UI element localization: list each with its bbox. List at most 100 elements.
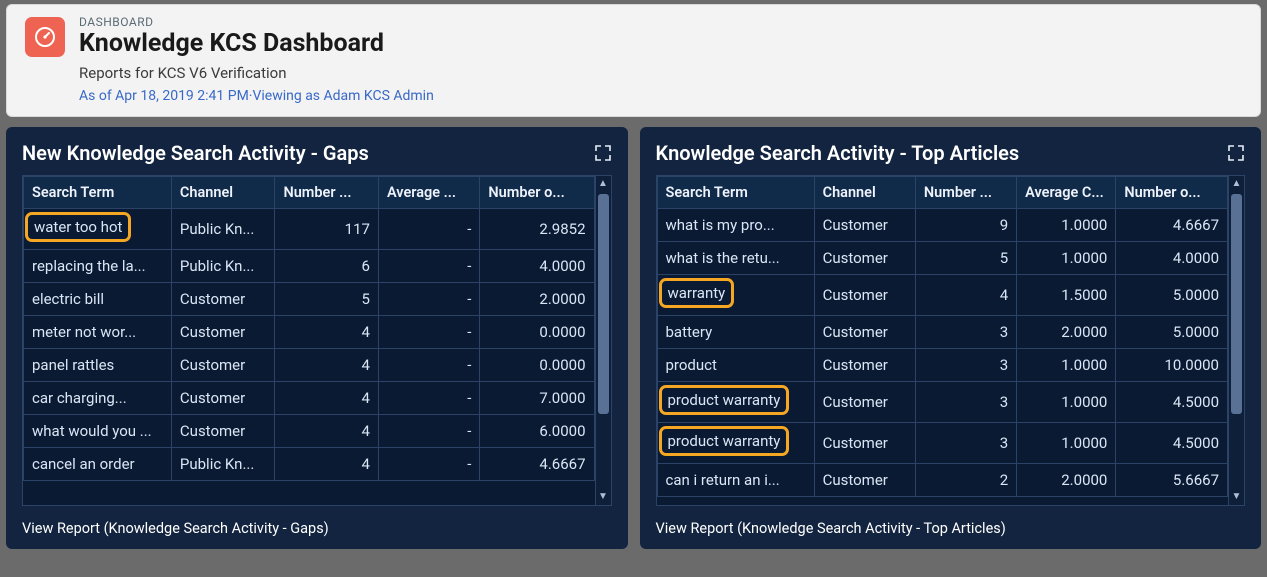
table-row[interactable]: water too hotPublic Kn...117-2.9852 [24, 208, 595, 249]
table-row[interactable]: panel rattlesCustomer4-0.0000 [24, 348, 595, 381]
cell-number-1: 4 [275, 348, 379, 381]
highlight-box: water too hot [25, 212, 131, 242]
table-row[interactable]: electric billCustomer5-2.0000 [24, 282, 595, 315]
table-row[interactable]: product warrantyCustomer31.00004.5000 [657, 422, 1228, 463]
cell-search-term[interactable]: water too hot [24, 208, 172, 249]
cell-channel: Customer [171, 348, 275, 381]
page-title: Knowledge KCS Dashboard [79, 30, 1242, 58]
cell-average: 2.0000 [1017, 463, 1116, 496]
page-meta: As of Apr 18, 2019 2:41 PM·Viewing as Ad… [79, 88, 1242, 104]
col-channel[interactable]: Channel [814, 176, 915, 208]
scroll-down-icon[interactable]: ▼ [596, 490, 611, 504]
scroll-thumb[interactable] [1231, 194, 1242, 414]
cell-average: 1.0000 [1017, 241, 1116, 274]
cell-channel: Customer [814, 208, 915, 241]
scroll-up-icon[interactable]: ▲ [1229, 177, 1244, 191]
cell-number-1: 4 [275, 315, 379, 348]
cell-number-2: 0.0000 [480, 348, 594, 381]
cell-average: 1.0000 [1017, 348, 1116, 381]
header-eyebrow: DASHBOARD [79, 15, 1242, 29]
cell-average: 1.0000 [1017, 422, 1116, 463]
table-row[interactable]: cancel an orderPublic Kn...4-4.6667 [24, 447, 595, 480]
expand-icon[interactable] [594, 144, 612, 162]
table-row[interactable]: meter not wor...Customer4-0.0000 [24, 315, 595, 348]
scrollbar[interactable]: ▲ ▼ [1228, 176, 1244, 505]
cell-search-term[interactable]: what is my pro... [657, 208, 814, 241]
scroll-up-icon[interactable]: ▲ [596, 177, 611, 191]
view-report-gaps-link[interactable]: View Report (Knowledge Search Activity -… [22, 520, 612, 537]
cell-channel: Customer [814, 381, 915, 422]
col-channel[interactable]: Channel [171, 176, 275, 208]
cell-channel: Public Kn... [171, 447, 275, 480]
cell-number-1: 5 [915, 241, 1016, 274]
col-number-1[interactable]: Number ... [275, 176, 379, 208]
table-row[interactable]: can i return an i...Customer22.00005.666… [657, 463, 1228, 496]
col-average[interactable]: Average C... [1017, 176, 1116, 208]
col-number-2[interactable]: Number o... [480, 176, 594, 208]
cell-search-term[interactable]: warranty [657, 274, 814, 315]
table-row[interactable]: product warrantyCustomer31.00004.5000 [657, 381, 1228, 422]
cell-number-1: 3 [915, 348, 1016, 381]
col-number-2[interactable]: Number o... [1116, 176, 1228, 208]
cell-number-2: 2.9852 [480, 208, 594, 249]
table-header-row: Search Term Channel Number ... Average C… [657, 176, 1228, 208]
table-row[interactable]: batteryCustomer32.00005.0000 [657, 315, 1228, 348]
cell-number-1: 4 [915, 274, 1016, 315]
cell-search-term[interactable]: replacing the la... [24, 249, 172, 282]
cell-number-2: 5.0000 [1116, 315, 1228, 348]
scroll-down-icon[interactable]: ▼ [1229, 490, 1244, 504]
cell-number-2: 4.5000 [1116, 381, 1228, 422]
col-search-term[interactable]: Search Term [24, 176, 172, 208]
cell-search-term[interactable]: panel rattles [24, 348, 172, 381]
col-average[interactable]: Average ... [378, 176, 479, 208]
cell-number-2: 4.6667 [1116, 208, 1228, 241]
cell-average: 1.0000 [1017, 208, 1116, 241]
highlight-box: product warranty [659, 426, 790, 456]
table-row[interactable]: productCustomer31.000010.0000 [657, 348, 1228, 381]
cell-number-2: 4.5000 [1116, 422, 1228, 463]
cell-channel: Customer [814, 274, 915, 315]
table-row[interactable]: warrantyCustomer41.50005.0000 [657, 274, 1228, 315]
cell-average: 2.0000 [1017, 315, 1116, 348]
cell-average: 1.5000 [1017, 274, 1116, 315]
cell-search-term[interactable]: cancel an order [24, 447, 172, 480]
table-row[interactable]: what would you ...Customer4-6.0000 [24, 414, 595, 447]
cell-number-1: 5 [275, 282, 379, 315]
table-row[interactable]: car charging...Customer4-7.0000 [24, 381, 595, 414]
cell-search-term[interactable]: what is the retu... [657, 241, 814, 274]
top-articles-table: Search Term Channel Number ... Average C… [657, 176, 1229, 497]
cell-number-2: 5.6667 [1116, 463, 1228, 496]
col-search-term[interactable]: Search Term [657, 176, 814, 208]
cell-search-term[interactable]: car charging... [24, 381, 172, 414]
cell-search-term[interactable]: can i return an i... [657, 463, 814, 496]
expand-icon[interactable] [1227, 144, 1245, 162]
widget-gaps-title: New Knowledge Search Activity - Gaps [22, 141, 369, 165]
cell-average: - [378, 414, 479, 447]
cell-average: - [378, 249, 479, 282]
col-number-1[interactable]: Number ... [915, 176, 1016, 208]
scroll-thumb[interactable] [598, 194, 609, 414]
cell-number-1: 117 [275, 208, 379, 249]
view-report-top-link[interactable]: View Report (Knowledge Search Activity -… [656, 520, 1246, 537]
table-row[interactable]: what is my pro...Customer91.00004.6667 [657, 208, 1228, 241]
cell-channel: Public Kn... [171, 208, 275, 249]
cell-search-term[interactable]: what would you ... [24, 414, 172, 447]
cell-search-term[interactable]: meter not wor... [24, 315, 172, 348]
highlight-box: product warranty [659, 385, 790, 415]
scrollbar[interactable]: ▲ ▼ [595, 176, 611, 505]
cell-number-1: 3 [915, 381, 1016, 422]
cell-channel: Customer [171, 381, 275, 414]
cell-number-1: 4 [275, 381, 379, 414]
cell-search-term[interactable]: product [657, 348, 814, 381]
widget-top-articles: Knowledge Search Activity - Top Articles… [640, 127, 1262, 549]
cell-average: - [378, 282, 479, 315]
cell-number-2: 5.0000 [1116, 274, 1228, 315]
cell-search-term[interactable]: product warranty [657, 381, 814, 422]
cell-search-term[interactable]: electric bill [24, 282, 172, 315]
cell-search-term[interactable]: battery [657, 315, 814, 348]
table-row[interactable]: replacing the la...Public Kn...6-4.0000 [24, 249, 595, 282]
gauge-icon [25, 17, 65, 57]
cell-search-term[interactable]: product warranty [657, 422, 814, 463]
table-row[interactable]: what is the retu...Customer51.00004.0000 [657, 241, 1228, 274]
cell-channel: Customer [814, 348, 915, 381]
